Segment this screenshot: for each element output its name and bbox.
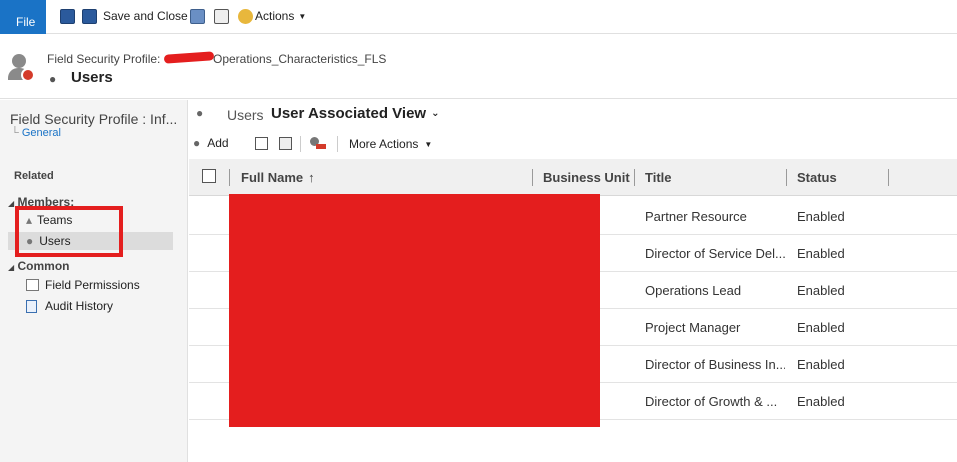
status-cell: Enabled (797, 208, 845, 224)
remove-user-icon[interactable] (310, 137, 326, 150)
column-separator (634, 169, 635, 186)
assign-button[interactable] (190, 6, 205, 26)
annotation-highlight-box (15, 206, 123, 257)
sidebar-item-audit-history[interactable]: Audit History (26, 297, 113, 315)
profile-name: Operations_Characteristics_FLS (213, 52, 387, 66)
field-permissions-icon (26, 279, 39, 291)
divider (337, 136, 338, 152)
status-cell: Enabled (797, 282, 845, 298)
file-button[interactable]: File (0, 0, 46, 34)
export-icon[interactable] (255, 137, 268, 150)
chevron-down-icon: ▼ (298, 11, 307, 21)
print-grid-icon[interactable] (279, 137, 292, 150)
title-cell: Director of Growth & ... (645, 393, 778, 409)
print-button[interactable] (214, 6, 229, 26)
general-link[interactable]: └ General (11, 127, 61, 139)
save-icon (60, 8, 75, 24)
column-header-full-name[interactable]: Full Name ↑ (241, 159, 491, 195)
field-permissions-label: Field Permissions (45, 278, 140, 292)
audit-history-icon (26, 299, 37, 313)
grid-header: Full Name ↑ Business Unit Title Status (189, 159, 957, 196)
title-cell: Director of Business In... (645, 356, 785, 372)
more-actions-label: More Actions (349, 137, 419, 151)
print-icon (214, 8, 229, 24)
save-button[interactable] (60, 6, 75, 26)
column-header-status[interactable]: Status (797, 159, 887, 195)
actions-icon (238, 8, 253, 24)
tree-connector-icon: └ (11, 127, 22, 139)
actions-menu[interactable]: Actions ▼ (238, 6, 306, 26)
title-cell: Project Manager (645, 319, 741, 335)
column-separator (786, 169, 787, 186)
common-label: Common (17, 259, 70, 273)
column-separator (532, 169, 533, 186)
add-button[interactable]: ● Add (193, 136, 229, 150)
redaction-block (229, 194, 600, 427)
general-link-label: General (21, 127, 61, 139)
more-actions-menu[interactable]: More Actions ▼ (349, 137, 432, 151)
add-user-icon: ● (193, 136, 201, 150)
view-selector[interactable]: User Associated View ⌄ (271, 105, 439, 122)
chevron-down-icon: ▼ (424, 139, 433, 149)
column-label: Full Name (241, 169, 304, 185)
save-and-close-button[interactable]: Save and Close (82, 6, 188, 26)
status-cell: Enabled (797, 319, 845, 335)
column-header-business-unit[interactable]: Business Unit (543, 159, 633, 195)
chevron-down-icon: ⌄ (431, 108, 440, 119)
view-name: User Associated View (271, 105, 427, 122)
entity-type-label: Field Security Profile: (47, 52, 161, 66)
divider (300, 136, 301, 152)
sidebar-item-field-permissions[interactable]: Field Permissions (26, 276, 140, 294)
related-label: Related (14, 170, 54, 182)
column-header-title[interactable]: Title (645, 159, 775, 195)
save-close-icon (82, 8, 97, 24)
view-user-icon: ● (196, 106, 204, 120)
status-cell: Enabled (797, 356, 845, 372)
title-cell: Operations Lead (645, 282, 742, 298)
user-icon: ● (49, 72, 57, 86)
select-all-checkbox[interactable] (202, 169, 216, 183)
profile-nav-title: Field Security Profile : Inf... (10, 111, 178, 127)
add-label: Add (207, 136, 229, 150)
profile-icon (8, 54, 36, 84)
collapse-icon: ◢ (8, 199, 15, 208)
column-separator (888, 169, 889, 186)
common-section[interactable]: ◢ Common (8, 259, 70, 273)
title-cell: Director of Service Del... (645, 245, 785, 261)
sort-arrow-up-icon: ↑ (308, 169, 315, 185)
save-and-close-label: Save and Close (103, 9, 188, 23)
page-title: Users (71, 69, 113, 86)
column-separator (229, 169, 230, 186)
status-cell: Enabled (797, 393, 845, 409)
audit-history-label: Audit History (45, 299, 114, 313)
assign-icon (190, 8, 205, 24)
status-cell: Enabled (797, 245, 845, 261)
title-cell: Partner Resource (645, 208, 747, 224)
collapse-icon: ◢ (8, 263, 15, 272)
record-header (0, 35, 957, 99)
actions-label: Actions (255, 9, 295, 23)
view-entity-label: Users (227, 107, 264, 123)
